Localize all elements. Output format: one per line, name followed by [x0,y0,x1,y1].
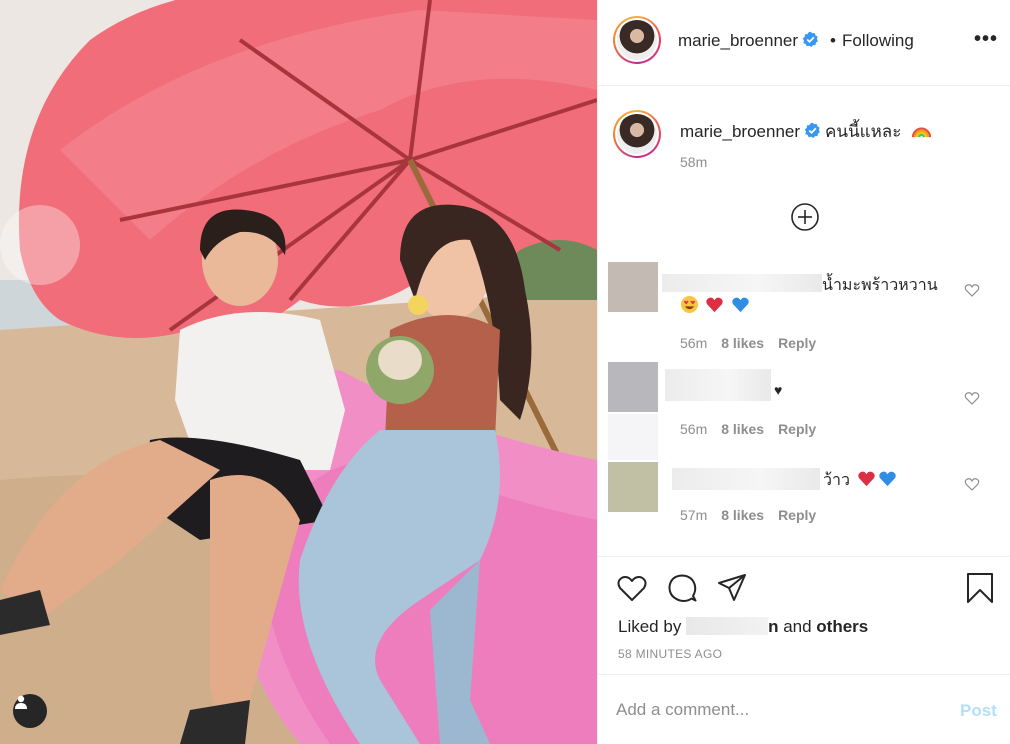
author-username-text[interactable]: marie_broenner [678,31,798,50]
verified-badge-icon [802,31,818,47]
author-username[interactable]: marie_broenner [678,31,819,51]
comment-like-heart-icon[interactable] [964,282,980,298]
beach-scene-image [0,0,597,744]
post-actions: Liked by n and others 58 MINUTES AGO [598,556,1010,674]
post-timestamp[interactable]: 58 MINUTES AGO [618,647,722,661]
comment-time[interactable]: 56m [680,335,707,351]
liked-by-line: Liked by n and others [618,617,868,637]
redacted-username [672,468,820,490]
comment-avatar[interactable] [608,362,658,412]
comment-bubble-icon[interactable] [666,572,698,604]
caption-time[interactable]: 58m [680,154,707,170]
caption-avatar[interactable] [613,110,661,158]
comment-emojis [680,295,752,316]
redacted-username [665,369,771,401]
following-button[interactable]: Following [842,31,914,51]
comment-time[interactable]: 56m [680,421,707,437]
comment-text: ว้าว [823,472,850,489]
comment-item: ♥ 56m 8 likes Reply [608,362,1001,460]
comment-item: น้ำมะพร้าวหวาน 56m 8 likes Reply [608,262,1001,354]
caption-line: marie_broenner คนนี้แหละ [680,118,933,145]
add-comment-input[interactable] [616,697,936,723]
comment-text: ♥ [774,382,783,398]
post-photo[interactable] [0,0,597,744]
comment-time[interactable]: 57m [680,507,707,523]
save-bookmark-icon[interactable] [964,572,996,604]
comment-likes[interactable]: 8 likes [721,335,764,351]
user-tag-button[interactable] [13,694,47,728]
blue-heart-emoji-icon [879,471,897,487]
liker-name-suffix[interactable]: n [768,617,778,636]
comment-like-heart-icon[interactable] [964,476,980,492]
liked-by-others-link[interactable]: others [816,617,868,636]
rainbow-emoji-icon [912,127,932,138]
comment-likes[interactable]: 8 likes [721,421,764,437]
comment-avatar-placeholder [608,414,658,460]
caption-username[interactable]: marie_broenner [680,122,800,141]
add-comment-bar: Post [598,674,1010,744]
red-heart-emoji-icon [706,297,724,313]
comment-text: น้ำมะพร้าวหวาน [822,277,938,294]
post-sidebar: marie_broenner • Following ••• marie_bro… [597,0,1010,744]
liked-by-and: and [783,617,812,636]
post-comment-button[interactable]: Post [960,701,997,721]
author-avatar[interactable] [613,16,661,64]
header-separator: • [830,31,836,50]
like-heart-icon[interactable] [616,572,648,604]
caption-text: คนนี้แหละ [825,122,902,141]
comment-reply-button[interactable]: Reply [778,335,816,351]
red-heart-emoji-icon [858,471,876,487]
comment-reply-button[interactable]: Reply [778,507,816,523]
share-paper-plane-icon[interactable] [716,572,748,604]
redacted-username [662,274,822,292]
post-header: marie_broenner • Following ••• [598,0,1010,86]
load-more-comments-icon[interactable] [790,202,820,232]
comment-body: ว้าว [823,468,899,493]
comment-item: ว้าว 57m 8 likes Reply [608,462,1001,542]
comment-likes[interactable]: 8 likes [721,507,764,523]
more-options-icon[interactable]: ••• [974,28,998,51]
liked-by-prefix: Liked by [618,617,682,636]
heart-eyes-emoji-icon [680,295,699,314]
comment-avatar[interactable] [608,262,658,312]
comment-avatar[interactable] [608,462,658,512]
comment-meta: 56m 8 likes Reply [680,421,830,437]
user-tag-icon [15,695,27,709]
comment-reply-button[interactable]: Reply [778,421,816,437]
comment-like-heart-icon[interactable] [964,390,980,406]
comment-meta: 56m 8 likes Reply [680,335,830,351]
comment-meta: 57m 8 likes Reply [680,507,830,523]
blue-heart-emoji-icon [732,297,749,313]
redacted-liker-name [686,617,769,635]
verified-badge-icon [804,122,820,138]
